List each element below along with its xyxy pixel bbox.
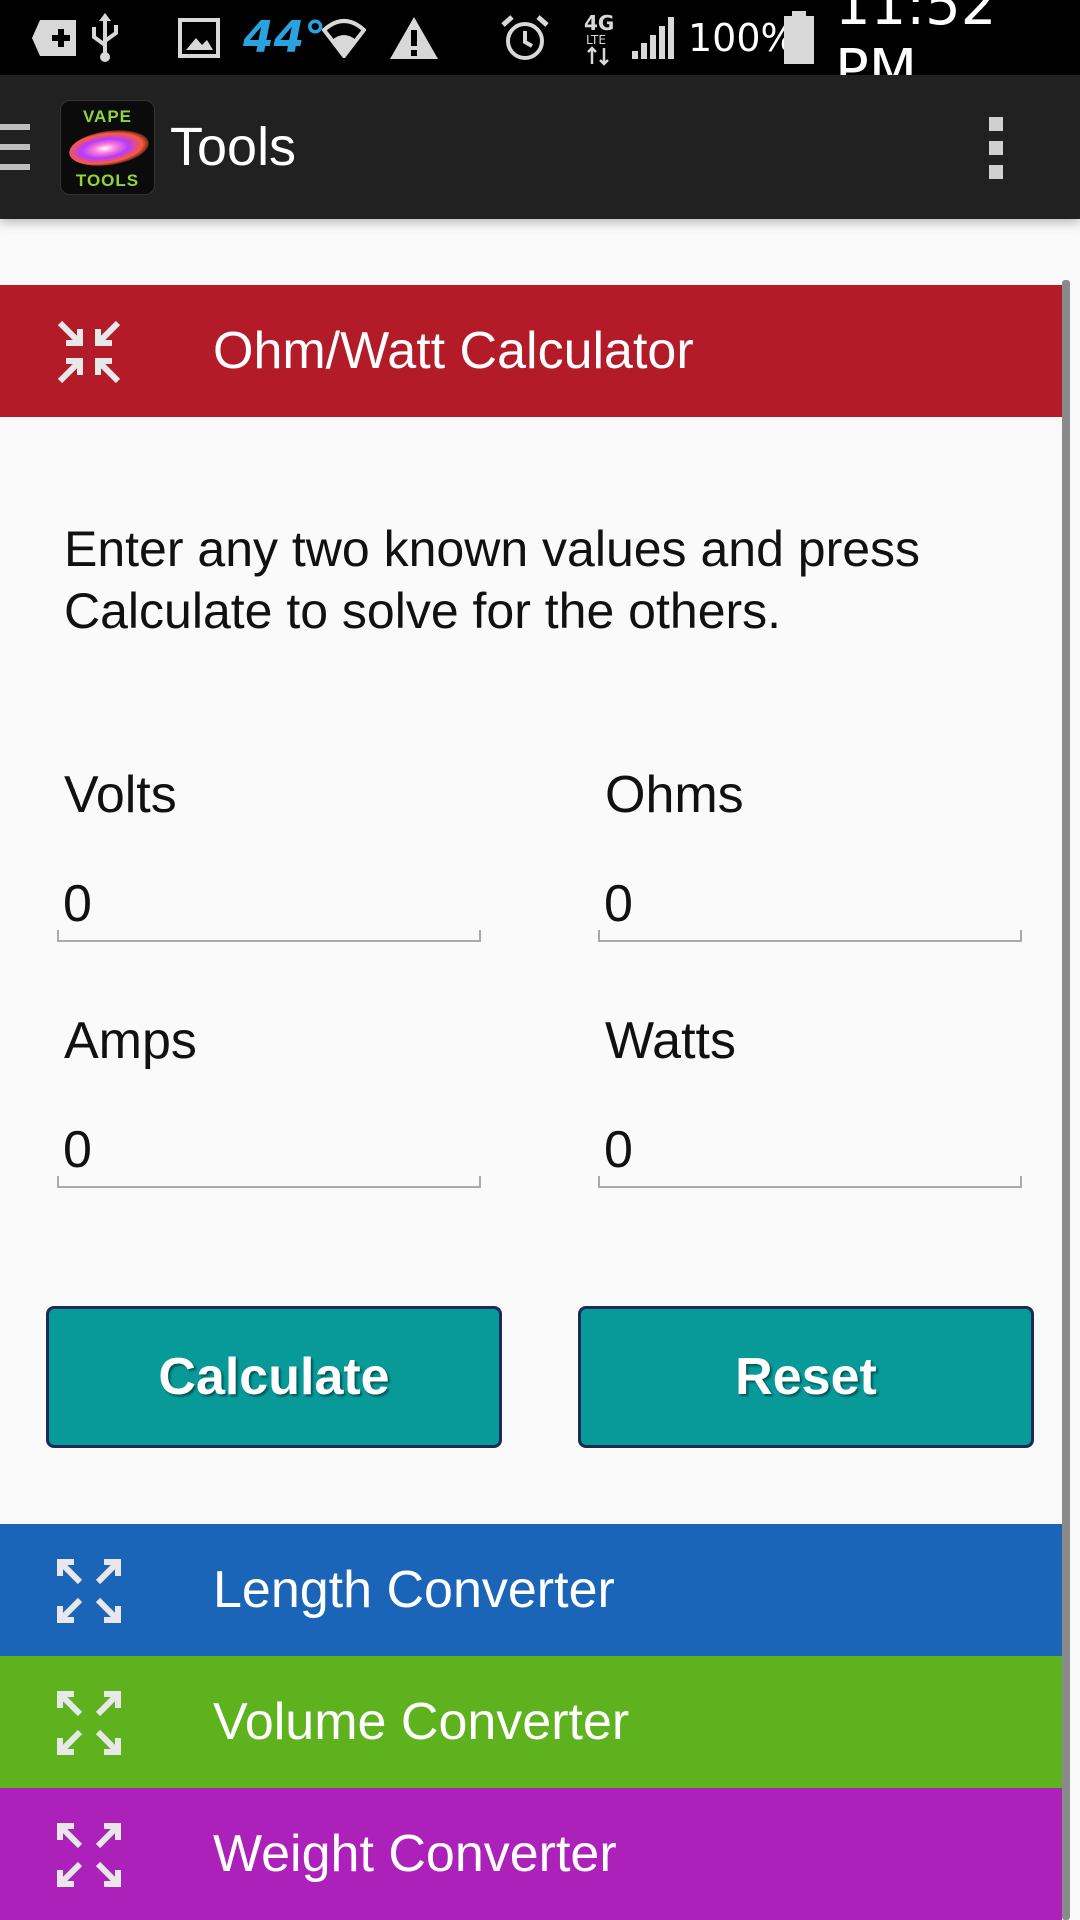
length-converter-title: Length Converter: [213, 1561, 615, 1619]
wifi-icon: [322, 0, 366, 75]
status-bar: 44° 4G LTE 100% 11:52 PM: [0, 0, 1080, 103]
weight-converter-title: Weight Converter: [213, 1825, 617, 1883]
amps-label: Amps: [64, 1012, 197, 1070]
battery-percent: 100%: [688, 15, 797, 60]
ohms-label: Ohms: [605, 766, 744, 824]
signal-icon: [630, 0, 678, 75]
logo-text-bottom: TOOLS: [75, 171, 140, 190]
battery-icon: [782, 0, 816, 75]
watts-input[interactable]: [598, 1118, 1022, 1182]
length-converter-header[interactable]: Length Converter: [0, 1524, 1062, 1656]
ohms-underline: [598, 930, 1022, 942]
weight-converter-header[interactable]: Weight Converter: [0, 1788, 1062, 1920]
volume-converter-header[interactable]: Volume Converter: [0, 1656, 1062, 1788]
ohms-input[interactable]: [598, 872, 1022, 936]
scrollbar[interactable]: [1062, 280, 1070, 1920]
calculate-button[interactable]: Calculate: [46, 1306, 502, 1448]
collapse-icon: [56, 319, 122, 385]
temperature-text: 44°: [243, 12, 327, 63]
logo-swirl: [67, 125, 151, 171]
ohm-watt-calculator-title: Ohm/Watt Calculator: [213, 322, 694, 380]
app-bar: VAPE TOOLS Tools: [0, 75, 1080, 219]
svg-text:4G: 4G: [584, 11, 614, 35]
logo-text-top: VAPE: [82, 107, 133, 126]
amps-input[interactable]: [57, 1118, 481, 1182]
volts-label: Volts: [64, 766, 177, 824]
volts-input[interactable]: [57, 872, 481, 936]
usb-icon: [90, 0, 120, 75]
page-title: Tools: [170, 117, 297, 177]
watts-underline: [598, 1176, 1022, 1188]
reset-button[interactable]: Reset: [578, 1306, 1034, 1448]
svg-text:LTE: LTE: [586, 33, 606, 47]
app-logo[interactable]: VAPE TOOLS: [60, 100, 155, 195]
instructions-text: Enter any two known values and press Cal…: [64, 521, 921, 639]
alarm-icon: [500, 0, 550, 75]
add-box-icon: [30, 0, 80, 75]
menu-icon[interactable]: [0, 124, 30, 170]
ohm-watt-calculator-header[interactable]: Ohm/Watt Calculator: [0, 285, 1062, 417]
watts-label: Watts: [605, 1012, 736, 1070]
expand-icon: [56, 1558, 122, 1624]
warning-icon: [388, 0, 440, 75]
volume-converter-title: Volume Converter: [213, 1693, 630, 1751]
clock-time: 11:52 PM: [835, 0, 997, 103]
watts-field[interactable]: [598, 1118, 1022, 1188]
overflow-menu-icon[interactable]: [987, 117, 1005, 179]
expand-icon: [56, 1822, 122, 1888]
volts-underline: [57, 930, 481, 942]
4g-lte-icon: 4G LTE: [582, 0, 616, 75]
expand-icon: [56, 1690, 122, 1756]
amps-underline: [57, 1176, 481, 1188]
image-icon: [178, 0, 220, 75]
amps-field[interactable]: [57, 1118, 481, 1188]
volts-field[interactable]: [57, 872, 481, 942]
ohms-field[interactable]: [598, 872, 1022, 942]
